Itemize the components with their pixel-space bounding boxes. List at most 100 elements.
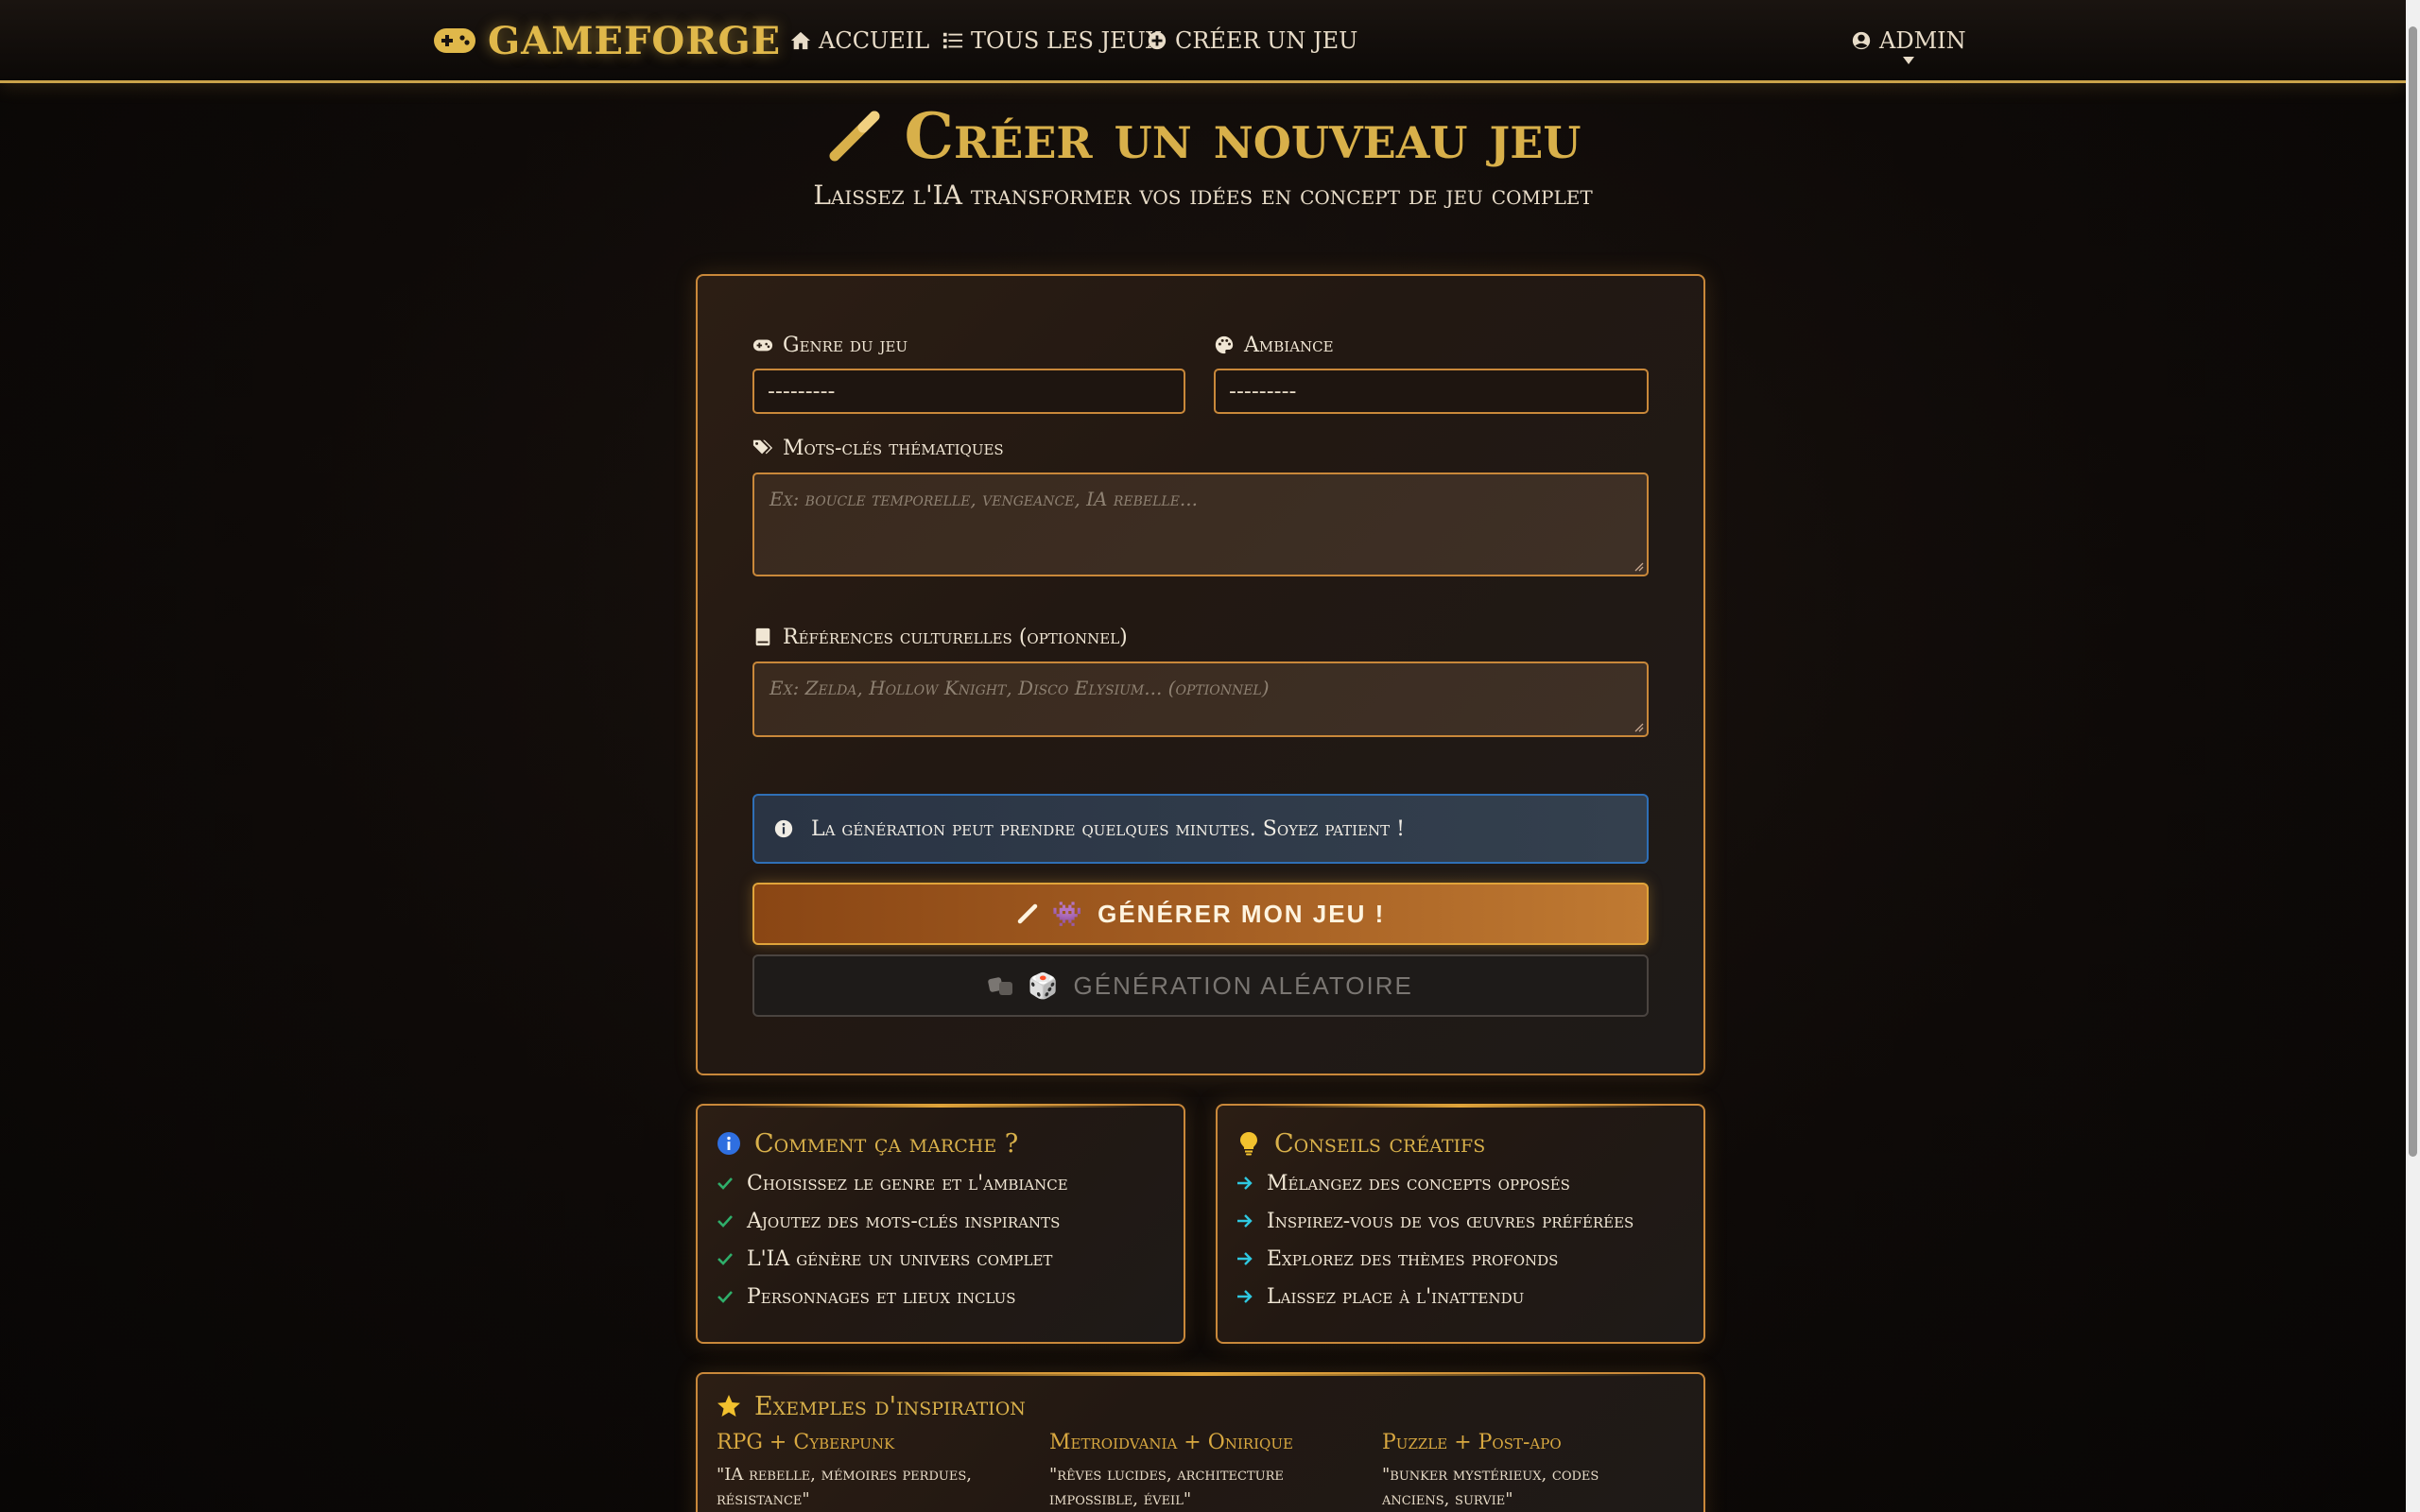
generate-game-button[interactable]: 👾 GÉNÉRER MON JEU !	[752, 883, 1649, 945]
list-item: Inspirez-vous de vos œuvres préférées	[1236, 1202, 1634, 1240]
example-text: "rêves lucides, architecture impossible,…	[1049, 1465, 1284, 1509]
list-item: L'IA génère un univers complet	[717, 1240, 1068, 1278]
list-item: Personnages et lieux inclus	[717, 1278, 1068, 1315]
example-title: Metroidvania + Onirique	[1049, 1431, 1293, 1454]
random-button-label: GÉNÉRATION ALÉATOIRE	[1073, 971, 1413, 1000]
inspiration-examples-title: Exemples d'inspiration	[717, 1389, 1026, 1423]
references-label: Références culturelles (optionnel)	[752, 623, 1128, 651]
keywords-textarea[interactable]: Ex: boucle temporelle, vengeance, IA reb…	[752, 472, 1649, 576]
list-item: Explorez des thèmes profonds	[1236, 1240, 1634, 1278]
how-it-works-title: Comment ça marche ?	[717, 1126, 1018, 1160]
info-circle-icon	[717, 1132, 740, 1155]
book-icon	[755, 627, 770, 646]
list-item-text: L'IA génère un univers complet	[747, 1246, 1053, 1271]
check-icon	[717, 1253, 733, 1265]
list-item-text: Explorez des thèmes profonds	[1267, 1246, 1559, 1271]
list-item-text: Laissez place à l'inattendu	[1267, 1284, 1525, 1309]
dice-icon	[988, 977, 1013, 995]
scrollbar-thumb[interactable]	[2409, 26, 2417, 1157]
check-icon	[717, 1177, 733, 1190]
resize-handle-icon[interactable]	[1633, 560, 1644, 572]
references-textarea[interactable]: Ex: Zelda, Hollow Knight, Disco Elysium.…	[752, 662, 1649, 737]
keywords-placeholder: Ex: boucle temporelle, vengeance, IA reb…	[769, 488, 1198, 510]
magic-wand-icon	[829, 111, 880, 162]
ambiance-select[interactable]: ---------	[1214, 369, 1649, 414]
arrow-right-icon	[1237, 1177, 1253, 1190]
nav-link-create-game[interactable]: CRÉER UN JEU	[1147, 25, 1357, 57]
random-generation-button[interactable]: 🎲 GÉNÉRATION ALÉATOIRE	[752, 954, 1649, 1017]
palette-icon	[1215, 335, 1234, 354]
home-icon	[790, 31, 811, 50]
ambiance-label-text: Ambiance	[1244, 333, 1334, 357]
page-scrollbar[interactable]	[2406, 0, 2420, 1512]
star-icon	[717, 1395, 740, 1417]
resize-handle-icon[interactable]	[1633, 721, 1644, 732]
how-it-works-card: Comment ça marche ? Choisissez le genre …	[696, 1104, 1185, 1344]
gamepad-icon	[752, 339, 773, 352]
list-item: Laissez place à l'inattendu	[1236, 1278, 1634, 1315]
creative-tips-title-text: Conseils créatifs	[1274, 1128, 1486, 1159]
creative-tips-list: Mélangez des concepts opposés Inspirez-v…	[1236, 1164, 1634, 1315]
example-item: Metroidvania + Onirique "rêves lucides, …	[1049, 1431, 1333, 1512]
example-text: "IA rebelle, mémoires perdues, résistanc…	[717, 1465, 972, 1509]
info-circle-icon	[774, 819, 793, 838]
genre-select[interactable]: ---------	[752, 369, 1185, 414]
list-item-text: Choisissez le genre et l'ambiance	[747, 1171, 1068, 1195]
arrow-right-icon	[1237, 1214, 1253, 1228]
nav-link-all-games[interactable]: TOUS LES JEUX	[942, 25, 1162, 57]
list-item: Ajoutez des mots-clés inspirants	[717, 1202, 1068, 1240]
page-title: Créer un nouveau jeu	[0, 98, 2406, 174]
dice-emoji-icon: 🎲	[1028, 971, 1061, 1000]
ambiance-label: Ambiance	[1214, 331, 1334, 359]
generation-time-alert: La génération peut prendre quelques minu…	[752, 794, 1649, 864]
inspiration-examples-card: Exemples d'inspiration RPG + Cyberpunk "…	[696, 1372, 1705, 1512]
lightbulb-icon	[1240, 1132, 1257, 1156]
keywords-label: Mots-clés thématiques	[752, 434, 1004, 462]
list-icon	[942, 32, 963, 49]
caret-down-icon[interactable]	[1903, 57, 1914, 64]
creative-tips-card: Conseils créatifs Mélangez des concepts …	[1216, 1104, 1705, 1344]
how-it-works-title-text: Comment ça marche ?	[754, 1128, 1019, 1159]
nav-link-label: TOUS LES JEUX	[971, 27, 1162, 54]
inspiration-examples-title-text: Exemples d'inspiration	[754, 1391, 1026, 1421]
arrow-right-icon	[1237, 1290, 1253, 1303]
plus-circle-icon	[1148, 31, 1167, 50]
tags-icon	[752, 439, 773, 455]
page-title-text: Créer un nouveau jeu	[904, 99, 1582, 173]
references-label-text: Références culturelles (optionnel)	[783, 625, 1128, 649]
list-item: Mélangez des concepts opposés	[1236, 1164, 1634, 1202]
how-it-works-list: Choisissez le genre et l'ambiance Ajoute…	[717, 1164, 1068, 1315]
list-item: Choisissez le genre et l'ambiance	[717, 1164, 1068, 1202]
example-item: Puzzle + Post-apo "bunker mystérieux, co…	[1382, 1431, 1666, 1512]
genre-label: Genre du jeu	[752, 331, 908, 359]
keywords-label-text: Mots-clés thématiques	[783, 436, 1004, 460]
list-item-text: Personnages et lieux inclus	[747, 1284, 1016, 1309]
user-menu-toggle[interactable]: ADMIN	[1851, 25, 1966, 57]
user-circle-icon	[1852, 31, 1871, 50]
user-name: ADMIN	[1879, 27, 1966, 54]
list-item-text: Inspirez-vous de vos œuvres préférées	[1267, 1209, 1634, 1233]
creative-tips-title: Conseils créatifs	[1236, 1126, 1485, 1160]
check-icon	[717, 1291, 733, 1303]
page-subtitle: Laissez l'IA transformer vos idées en co…	[813, 180, 1593, 211]
example-item: RPG + Cyberpunk "IA rebelle, mémoires pe…	[717, 1431, 1000, 1512]
genre-label-text: Genre du jeu	[783, 333, 908, 357]
nav-link-label: ACCUEIL	[819, 27, 930, 54]
magic-wand-icon	[1017, 903, 1037, 924]
nav-link-home[interactable]: ACCUEIL	[790, 25, 929, 57]
references-placeholder: Ex: Zelda, Hollow Knight, Disco Elysium.…	[769, 677, 1270, 699]
alert-text: La génération peut prendre quelques minu…	[811, 816, 1405, 841]
top-navbar: GAMEFORGE ACCUEIL TOUS LES JEUX CRÉER UN…	[0, 0, 2406, 83]
list-item-text: Mélangez des concepts opposés	[1267, 1171, 1570, 1195]
gamepad-icon	[434, 28, 475, 53]
example-title: RPG + Cyberpunk	[717, 1431, 895, 1454]
example-title: Puzzle + Post-apo	[1382, 1431, 1562, 1454]
check-icon	[717, 1215, 733, 1228]
example-text: "bunker mystérieux, codes anciens, survi…	[1382, 1465, 1599, 1509]
arrow-right-icon	[1237, 1252, 1253, 1265]
brand-link[interactable]: GAMEFORGE	[433, 17, 781, 64]
alien-monster-icon: 👾	[1051, 899, 1085, 928]
list-item-text: Ajoutez des mots-clés inspirants	[747, 1209, 1061, 1233]
nav-link-label: CRÉER UN JEU	[1175, 27, 1358, 54]
generate-button-label: GÉNÉRER MON JEU !	[1098, 899, 1386, 928]
